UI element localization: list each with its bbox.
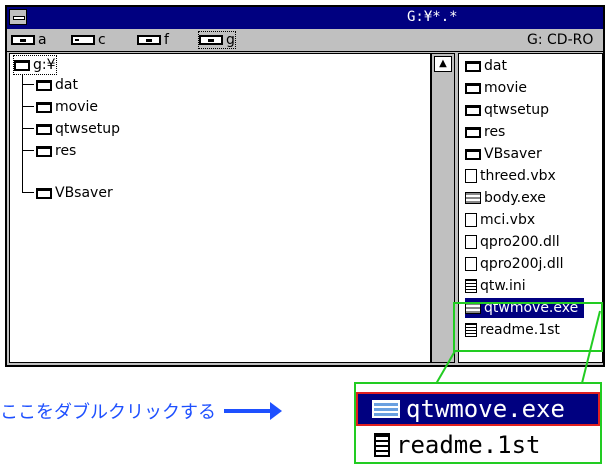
tree-item[interactable]: qtwsetup: [36, 120, 120, 138]
arrow-right-icon: [224, 402, 282, 420]
tree-item-label: movie: [55, 99, 98, 115]
window-title: G:¥*.*: [407, 9, 458, 25]
tree-item[interactable]: dat: [36, 76, 78, 94]
folder-icon: [36, 145, 52, 157]
tree-root-label: g:¥: [33, 57, 56, 73]
list-item[interactable]: body.exe: [465, 188, 546, 208]
directory-tree[interactable]: g:¥ dat movie qtwsetup res VBsaver: [9, 53, 431, 363]
file-name: movie: [484, 80, 527, 96]
cdrom-icon: [199, 35, 223, 45]
list-item[interactable]: qtw.ini: [465, 276, 526, 296]
file-name: threed.vbx: [480, 168, 556, 184]
file-icon: [465, 169, 477, 183]
drive-letter: a: [38, 32, 47, 48]
file-name: VBsaver: [484, 146, 542, 162]
current-drive-label: G: CD-RO: [527, 32, 594, 48]
drive-f[interactable]: f: [137, 32, 169, 48]
drive-bar: a c f g G: CD-RO: [7, 29, 603, 52]
file-name: mci.vbx: [480, 212, 536, 228]
folder-icon: [465, 126, 481, 138]
system-menu-icon[interactable]: [9, 9, 27, 25]
list-item[interactable]: mci.vbx: [465, 210, 535, 230]
file-icon: [465, 257, 477, 271]
list-item[interactable]: qtwsetup: [465, 100, 549, 120]
list-item[interactable]: threed.vbx: [465, 166, 556, 186]
scroll-up-arrow-icon[interactable]: ▲: [434, 56, 452, 72]
drive-a[interactable]: a: [11, 32, 47, 48]
drive-g[interactable]: g: [198, 31, 236, 49]
drive-letter: g: [226, 32, 235, 48]
list-item[interactable]: res: [465, 122, 505, 142]
file-name: dat: [484, 58, 507, 74]
folder-icon: [465, 148, 481, 160]
folder-icon: [36, 79, 52, 91]
zoom-selected-label: qtwmove.exe: [406, 395, 565, 423]
tree-item-label: dat: [55, 77, 78, 93]
folder-icon: [36, 187, 52, 199]
file-name: qpro200j.dll: [480, 256, 564, 272]
tree-line: [22, 84, 34, 85]
tree-root[interactable]: g:¥: [13, 55, 57, 75]
file-icon: [465, 235, 477, 249]
annotation: ここをダブルクリックする: [0, 398, 282, 424]
file-name: qpro200.dll: [480, 234, 560, 250]
tree-item-label: VBsaver: [55, 185, 113, 201]
list-item[interactable]: VBsaver: [465, 144, 542, 164]
drive-c[interactable]: c: [71, 32, 106, 48]
text-file-icon: [374, 433, 390, 457]
drive-letter: f: [164, 32, 169, 48]
file-name: qtw.ini: [480, 278, 526, 294]
hard-disk-icon: [71, 35, 95, 45]
highlight-box: [453, 302, 603, 352]
folder-icon: [36, 123, 52, 135]
annotation-text: ここをダブルクリックする: [0, 402, 216, 423]
list-item[interactable]: qpro200j.dll: [465, 254, 564, 274]
list-item[interactable]: dat: [465, 56, 507, 76]
tree-item[interactable]: VBsaver: [36, 184, 113, 202]
cdrom-icon: [137, 35, 161, 45]
file-name: body.exe: [484, 190, 546, 206]
zoom-next-label: readme.1st: [396, 431, 541, 459]
list-item[interactable]: qpro200.dll: [465, 232, 560, 252]
folder-icon: [36, 101, 52, 113]
folder-icon: [465, 82, 481, 94]
zoom-next-item: readme.1st: [356, 428, 600, 462]
tree-item[interactable]: movie: [36, 98, 98, 116]
zoom-inset: qtwmove.exe readme.1st: [354, 382, 602, 464]
list-item[interactable]: movie: [465, 78, 527, 98]
file-name: qtwsetup: [484, 102, 549, 118]
tree-line: [22, 106, 34, 107]
tree-item[interactable]: res: [36, 142, 76, 160]
exe-icon: [465, 192, 481, 204]
file-icon: [465, 213, 477, 227]
text-file-icon: [465, 279, 477, 293]
drive-letter: c: [98, 32, 106, 48]
tree-item-label: qtwsetup: [55, 121, 120, 137]
floppy-drive-icon: [11, 35, 35, 45]
tree-line: [22, 74, 23, 192]
exe-icon: [372, 400, 400, 418]
open-folder-icon: [14, 59, 30, 71]
folder-icon: [465, 104, 481, 116]
folder-icon: [465, 60, 481, 72]
tree-line: [22, 128, 34, 129]
tree-line: [22, 150, 34, 151]
file-name: res: [484, 124, 506, 140]
tree-item-label: res: [55, 143, 77, 159]
vertical-scrollbar[interactable]: ▲: [431, 53, 455, 363]
title-bar[interactable]: G:¥*.*: [7, 7, 603, 29]
tree-line: [22, 192, 34, 193]
zoom-selected-item[interactable]: qtwmove.exe: [356, 392, 600, 426]
